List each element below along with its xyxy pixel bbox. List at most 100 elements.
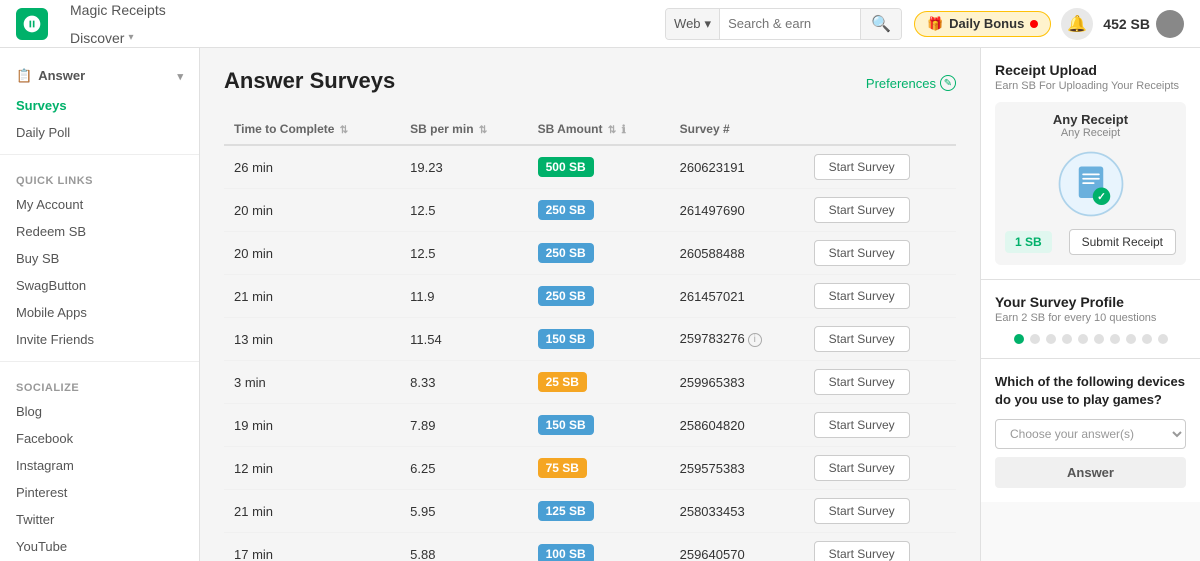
page-layout: 📋Answer ▾ Surveys Daily Poll Quick Links… xyxy=(0,48,1200,561)
sidebar-item-blog[interactable]: Blog xyxy=(0,398,199,425)
survey-sb-amount: 75 SB xyxy=(528,447,670,490)
progress-dot-0 xyxy=(1014,334,1024,344)
receipt-icon: ✓ xyxy=(1056,149,1126,219)
start-survey-button[interactable]: Start Survey xyxy=(814,369,910,395)
survey-sb-per-min: 8.33 xyxy=(400,361,527,404)
start-survey-button[interactable]: Start Survey xyxy=(814,412,910,438)
sidebar-item-redeem-sb[interactable]: Redeem SB xyxy=(0,218,199,245)
sort-time-icon[interactable]: ⇅ xyxy=(340,125,348,136)
survey-sb-per-min: 7.89 xyxy=(400,404,527,447)
preferences-icon: ✎ xyxy=(940,75,956,91)
start-survey-button[interactable]: Start Survey xyxy=(814,455,910,481)
table-row: 21 min 11.9 250 SB 261457021 Start Surve… xyxy=(224,275,956,318)
sb-amount-badge: 250 SB xyxy=(538,200,594,220)
sidebar-item-instagram[interactable]: Instagram xyxy=(0,452,199,479)
survey-id: 259575383 xyxy=(670,447,804,490)
sidebar-answer-toggle[interactable]: 📋Answer ▾ xyxy=(0,60,199,92)
start-survey-button[interactable]: Start Survey xyxy=(814,240,910,266)
sidebar-item-daily-poll[interactable]: Daily Poll xyxy=(0,119,199,146)
start-survey-button[interactable]: Start Survey xyxy=(814,326,910,352)
sb-amount-badge: 75 SB xyxy=(538,458,587,478)
table-row: 26 min 19.23 500 SB 260623191 Start Surv… xyxy=(224,145,956,189)
social-links: BlogFacebookInstagramPinterestTwitterYou… xyxy=(0,398,199,560)
answer-button[interactable]: Answer xyxy=(995,457,1186,488)
table-row: 19 min 7.89 150 SB 258604820 Start Surve… xyxy=(224,404,956,447)
survey-action: Start Survey xyxy=(804,275,956,318)
sidebar-item-my-account[interactable]: My Account xyxy=(0,191,199,218)
col-sb-amount: SB Amount ⇅ ℹ xyxy=(528,114,670,145)
search-button[interactable]: 🔍 xyxy=(860,9,901,39)
survey-info-icon[interactable]: i xyxy=(748,333,762,347)
progress-dot-5 xyxy=(1094,334,1104,344)
survey-id: 258604820 xyxy=(670,404,804,447)
receipt-upload-title: Receipt Upload xyxy=(995,62,1186,78)
preferences-link[interactable]: Preferences ✎ xyxy=(866,75,956,91)
user-avatar[interactable] xyxy=(1156,10,1184,38)
sb-balance[interactable]: 452 SB xyxy=(1103,10,1184,38)
survey-sb-per-min: 5.95 xyxy=(400,490,527,533)
start-survey-button[interactable]: Start Survey xyxy=(814,541,910,561)
notifications-button[interactable]: 🔔 xyxy=(1061,8,1093,40)
daily-bonus-button[interactable]: 🎁 Daily Bonus xyxy=(914,11,1051,37)
search-type-label: Web xyxy=(674,16,701,31)
sidebar-item-buy-sb[interactable]: Buy SB xyxy=(0,245,199,272)
sidebar-item-swagbutton[interactable]: SwagButton xyxy=(0,272,199,299)
search-input[interactable] xyxy=(720,16,860,31)
sidebar-section-label: 📋Answer xyxy=(16,68,85,84)
survey-id: 259783276i xyxy=(670,318,804,361)
survey-sb-amount: 250 SB xyxy=(528,275,670,318)
survey-profile-card: Your Survey Profile Earn 2 SB for every … xyxy=(981,280,1200,359)
sort-sbamount-icon[interactable]: ⇅ xyxy=(608,125,616,136)
start-survey-button[interactable]: Start Survey xyxy=(814,283,910,309)
sidebar-item-invite-friends[interactable]: Invite Friends xyxy=(0,326,199,353)
survey-time: 12 min xyxy=(224,447,400,490)
sidebar-divider-2 xyxy=(0,361,199,362)
start-survey-button[interactable]: Start Survey xyxy=(814,197,910,223)
sidebar-item-youtube[interactable]: YouTube xyxy=(0,533,199,560)
sidebar-item-surveys[interactable]: Surveys xyxy=(0,92,199,119)
col-time: Time to Complete ⇅ xyxy=(224,114,400,145)
sort-sbpermin-icon[interactable]: ⇅ xyxy=(479,125,487,136)
main-content: Answer Surveys Preferences ✎ Time to Com… xyxy=(200,48,980,561)
table-row: 21 min 5.95 125 SB 258033453 Start Surve… xyxy=(224,490,956,533)
survey-id: 259640570 xyxy=(670,533,804,561)
survey-time: 20 min xyxy=(224,189,400,232)
survey-time: 19 min xyxy=(224,404,400,447)
submit-receipt-button[interactable]: Submit Receipt xyxy=(1069,229,1176,255)
logo[interactable] xyxy=(16,8,48,40)
progress-dot-3 xyxy=(1062,334,1072,344)
start-survey-button[interactable]: Start Survey xyxy=(814,154,910,180)
col-survey-num: Survey # xyxy=(670,114,804,145)
col-action xyxy=(804,114,956,145)
survey-id: 261497690 xyxy=(670,189,804,232)
search-type-chevron: ▾ xyxy=(705,16,712,32)
answer-select[interactable]: Choose your answer(s) xyxy=(995,419,1186,449)
survey-time: 17 min xyxy=(224,533,400,561)
sidebar-item-mobile-apps[interactable]: Mobile Apps xyxy=(0,299,199,326)
nav-item-magic-receipts[interactable]: Magic Receipts xyxy=(60,0,176,24)
sb-amount-badge: 125 SB xyxy=(538,501,594,521)
sb-amount-info-icon[interactable]: ℹ xyxy=(622,124,626,136)
survey-sb-per-min: 19.23 xyxy=(400,145,527,189)
start-survey-button[interactable]: Start Survey xyxy=(814,498,910,524)
progress-dot-7 xyxy=(1126,334,1136,344)
sb-amount-badge: 150 SB xyxy=(538,415,594,435)
any-receipt-label: Any Receipt xyxy=(1005,112,1176,127)
survey-action: Start Survey xyxy=(804,404,956,447)
search-bar: Web ▾ 🔍 xyxy=(665,8,902,40)
sb-chip: 1 SB xyxy=(1005,231,1052,253)
sidebar-item-twitter[interactable]: Twitter xyxy=(0,506,199,533)
page-header: Answer Surveys Preferences ✎ xyxy=(224,68,956,98)
sidebar-item-pinterest[interactable]: Pinterest xyxy=(0,479,199,506)
survey-time: 13 min xyxy=(224,318,400,361)
sb-amount-badge: 250 SB xyxy=(538,243,594,263)
survey-time: 21 min xyxy=(224,490,400,533)
sidebar-chevron: ▾ xyxy=(177,70,183,83)
survey-id: 260623191 xyxy=(670,145,804,189)
search-type-selector[interactable]: Web ▾ xyxy=(666,9,720,39)
surveys-tbody: 26 min 19.23 500 SB 260623191 Start Surv… xyxy=(224,145,956,561)
survey-id: 260588488 xyxy=(670,232,804,275)
progress-dots xyxy=(995,334,1186,344)
survey-action: Start Survey xyxy=(804,318,956,361)
sidebar-item-facebook[interactable]: Facebook xyxy=(0,425,199,452)
